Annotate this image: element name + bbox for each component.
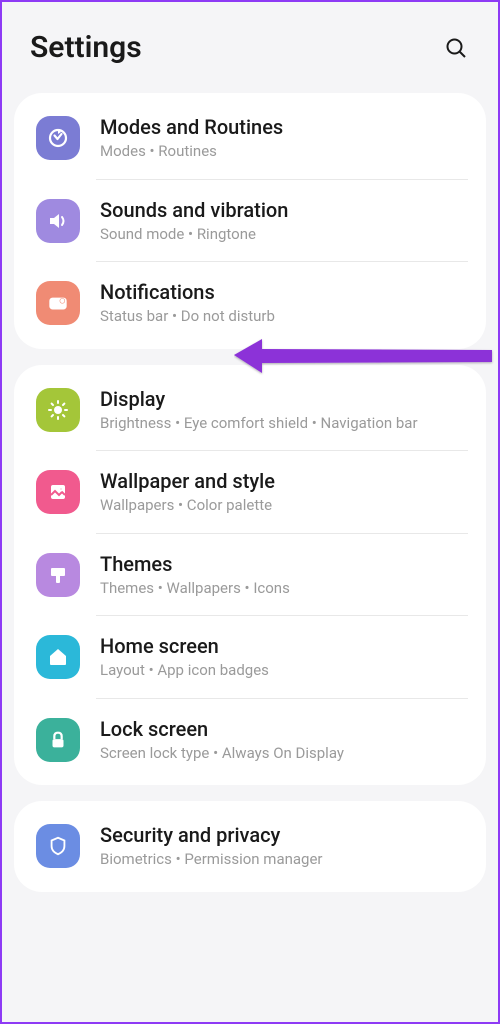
item-notifications[interactable]: Notifications Status bar • Do not distur…	[32, 262, 468, 345]
picture-icon	[36, 470, 80, 514]
item-subtitle: Layout • App icon badges	[100, 661, 464, 681]
item-text: Lock screen Screen lock type • Always On…	[100, 717, 464, 764]
item-text: Sounds and vibration Sound mode • Ringto…	[100, 198, 464, 245]
item-subtitle: Brightness • Eye comfort shield • Naviga…	[100, 414, 464, 434]
item-text: Home screen Layout • App icon badges	[100, 634, 464, 681]
item-text: Themes Themes • Wallpapers • Icons	[100, 552, 464, 599]
item-subtitle: Modes • Routines	[100, 142, 464, 162]
item-security-privacy[interactable]: Security and privacy Biometrics • Permis…	[32, 805, 468, 888]
search-button[interactable]	[442, 34, 470, 62]
header: Settings	[2, 2, 498, 85]
item-subtitle: Themes • Wallpapers • Icons	[100, 579, 464, 599]
item-title: Lock screen	[100, 717, 464, 741]
item-text: Modes and Routines Modes • Routines	[100, 115, 464, 162]
item-title: Themes	[100, 552, 464, 576]
item-title: Modes and Routines	[100, 115, 464, 139]
item-sounds-vibration[interactable]: Sounds and vibration Sound mode • Ringto…	[32, 180, 468, 263]
item-subtitle: Screen lock type • Always On Display	[100, 744, 464, 764]
item-text: Security and privacy Biometrics • Permis…	[100, 823, 464, 870]
brush-icon	[36, 553, 80, 597]
search-icon	[444, 36, 468, 60]
item-text: Wallpaper and style Wallpapers • Color p…	[100, 469, 464, 516]
item-modes-routines[interactable]: Modes and Routines Modes • Routines	[32, 97, 468, 180]
item-home-screen[interactable]: Home screen Layout • App icon badges	[32, 616, 468, 699]
item-title: Sounds and vibration	[100, 198, 464, 222]
brightness-icon	[36, 388, 80, 432]
item-text: Notifications Status bar • Do not distur…	[100, 280, 464, 327]
settings-group: Security and privacy Biometrics • Permis…	[14, 801, 486, 892]
item-themes[interactable]: Themes Themes • Wallpapers • Icons	[32, 534, 468, 617]
settings-group: Modes and Routines Modes • Routines Soun…	[14, 93, 486, 349]
item-wallpaper-style[interactable]: Wallpaper and style Wallpapers • Color p…	[32, 451, 468, 534]
item-lock-screen[interactable]: Lock screen Screen lock type • Always On…	[32, 699, 468, 782]
shield-icon	[36, 824, 80, 868]
item-display[interactable]: Display Brightness • Eye comfort shield …	[32, 369, 468, 452]
speaker-icon	[36, 199, 80, 243]
settings-group: Display Brightness • Eye comfort shield …	[14, 365, 486, 786]
item-subtitle: Wallpapers • Color palette	[100, 496, 464, 516]
lock-icon	[36, 718, 80, 762]
item-subtitle: Biometrics • Permission manager	[100, 850, 464, 870]
home-icon	[36, 635, 80, 679]
refresh-icon	[36, 116, 80, 160]
item-title: Display	[100, 387, 464, 411]
item-subtitle: Sound mode • Ringtone	[100, 225, 464, 245]
item-title: Security and privacy	[100, 823, 464, 847]
page-title: Settings	[30, 30, 142, 65]
item-title: Home screen	[100, 634, 464, 658]
item-text: Display Brightness • Eye comfort shield …	[100, 387, 464, 434]
item-title: Notifications	[100, 280, 464, 304]
item-subtitle: Status bar • Do not disturb	[100, 307, 464, 327]
item-title: Wallpaper and style	[100, 469, 464, 493]
notification-icon	[36, 281, 80, 325]
